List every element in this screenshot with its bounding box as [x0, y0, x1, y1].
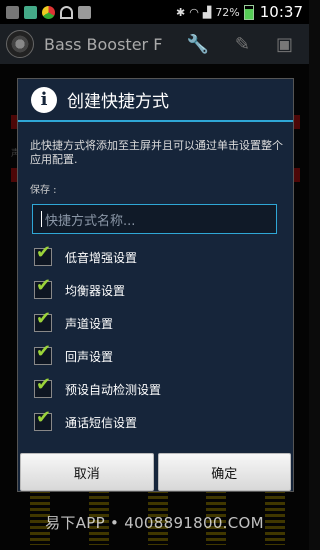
wifi-icon: ◠ — [189, 5, 199, 19]
battery-icon — [243, 4, 254, 20]
save-icon[interactable]: ▣ — [276, 34, 293, 55]
save-label: 保存 : — [30, 185, 57, 196]
option-preset-autodetect[interactable]: ✔ 预设自动检测设置 — [34, 374, 162, 401]
action-bar: Bass Booster F 🔧 ✎ ▣ — [0, 24, 309, 64]
checkbox[interactable]: ✔ — [34, 341, 52, 365]
chrome-icon — [42, 5, 55, 19]
battery-percent: 72% — [215, 5, 240, 19]
ok-button[interactable]: 确定 — [157, 453, 291, 491]
text-caret — [41, 211, 42, 227]
dialog-header: i 创建快捷方式 — [18, 79, 293, 122]
app-title: Bass Booster F — [44, 34, 163, 54]
dialog-title: 创建快捷方式 — [67, 92, 169, 112]
check-icon: ✔ — [36, 275, 52, 296]
checkbox[interactable]: ✔ — [34, 308, 52, 332]
check-icon: ✔ — [36, 374, 52, 395]
option-label: 均衡器设置 — [65, 283, 126, 298]
watermark: 易下APP • 4008891800.COM — [45, 514, 264, 532]
option-label: 低音增强设置 — [65, 250, 138, 265]
wrench-icon[interactable]: 🔧 — [186, 34, 208, 55]
checkbox[interactable]: ✔ — [34, 407, 52, 431]
option-label: 通话短信设置 — [65, 415, 138, 430]
gallery-icon — [24, 5, 37, 19]
checkbox[interactable]: ✔ — [34, 374, 52, 398]
option-equalizer[interactable]: ✔ 均衡器设置 — [34, 275, 126, 302]
check-icon: ✔ — [36, 341, 52, 362]
option-label: 回声设置 — [65, 349, 114, 364]
dialog-buttons: 取消 确定 — [18, 453, 293, 491]
check-icon: ✔ — [36, 242, 52, 263]
shortcut-name-placeholder: 快捷方式名称... — [45, 213, 136, 229]
edit-icon[interactable]: ✎ — [235, 34, 250, 55]
info-icon: i — [31, 86, 57, 113]
option-channel[interactable]: ✔ 声道设置 — [34, 308, 114, 335]
usb-icon — [6, 5, 19, 19]
app-logo-icon[interactable] — [6, 30, 34, 58]
option-label: 预设自动检测设置 — [65, 382, 162, 397]
option-call-sms[interactable]: ✔ 通话短信设置 — [34, 407, 138, 434]
checkbox[interactable]: ✔ — [34, 275, 52, 299]
cancel-button[interactable]: 取消 — [20, 453, 154, 491]
signal-icon: ▟ — [202, 5, 212, 19]
headset-icon — [60, 5, 73, 19]
bluetooth-icon: ✱ — [176, 5, 186, 19]
status-bar: ✱ ◠ ▟ 72% 10:37 — [0, 0, 309, 24]
dialog-description: 此快捷方式将添加至主屏并且可以通过单击设置整个应用配置. — [30, 139, 283, 166]
option-echo[interactable]: ✔ 回声设置 — [34, 341, 114, 368]
check-icon: ✔ — [36, 308, 52, 329]
option-label: 声道设置 — [65, 316, 114, 331]
checkbox[interactable]: ✔ — [34, 242, 52, 266]
image-icon — [78, 5, 91, 19]
shortcut-name-input[interactable]: 快捷方式名称... — [32, 204, 277, 234]
option-bass-boost[interactable]: ✔ 低音增强设置 — [34, 242, 138, 269]
check-icon: ✔ — [36, 407, 52, 428]
clock: 10:37 — [259, 3, 303, 21]
create-shortcut-dialog: i 创建快捷方式 此快捷方式将添加至主屏并且可以通过单击设置整个应用配置. 保存… — [17, 78, 294, 492]
